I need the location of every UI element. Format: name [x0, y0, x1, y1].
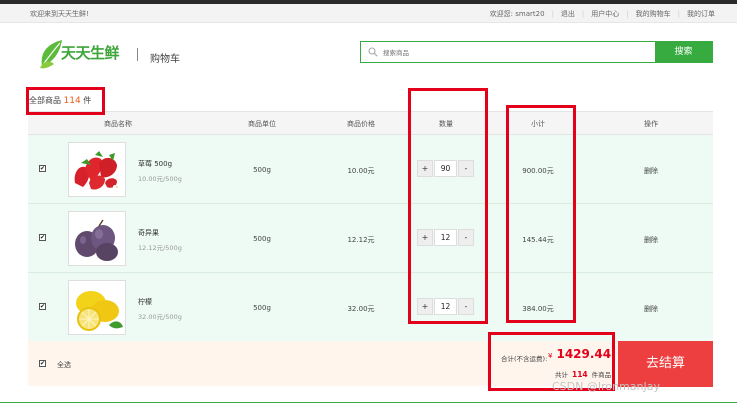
row-checkbox[interactable]: ✔ [39, 303, 46, 310]
col-header-unit: 商品单位 [248, 120, 276, 128]
page-title: 购物车 [150, 54, 180, 65]
top-separator: | [581, 10, 585, 18]
cart-row: ✔ 奇异果 12.12元/500g 500g 12.12元 + 12 - 145… [28, 204, 713, 273]
highlight-box-subtotal [506, 105, 576, 323]
search-input[interactable] [381, 45, 635, 61]
product-unit-price: 12.12元/500g [138, 244, 182, 252]
col-header-name: 商品名称 [104, 120, 132, 128]
col-header-price: 商品价格 [347, 120, 375, 128]
user-greeting: 欢迎您: smart20 [489, 10, 545, 18]
logout-link[interactable]: 退出 [561, 9, 575, 19]
top-separator: | [551, 10, 554, 18]
my-cart-link[interactable]: 我的购物车 [636, 9, 671, 19]
top-separator: | [626, 10, 629, 18]
product-image-strawberry[interactable] [68, 142, 126, 197]
highlight-box-quantity [408, 88, 488, 324]
product-unit-price: 32.00元/500g [138, 313, 182, 321]
logo-text: 天天生鲜 [61, 44, 120, 62]
search-bar: 搜索 [360, 41, 713, 63]
top-bar: 欢迎来到天天生鲜! 欢迎您: smart20 | 退出 | 用户中心 | 我的购… [0, 4, 737, 23]
highlight-box-total [26, 87, 105, 115]
row-checkbox[interactable]: ✔ [39, 165, 46, 172]
product-name[interactable]: 柠檬 [138, 297, 152, 307]
row-checkbox[interactable]: ✔ [39, 234, 46, 241]
top-links: 欢迎您: smart20 | 退出 | 用户中心 | 我的购物车 | 我的订单 [490, 9, 715, 19]
delete-link[interactable]: 删除 [644, 166, 658, 176]
welcome-text: 欢迎来到天天生鲜! [30, 10, 89, 18]
header-divider [137, 48, 138, 61]
select-all-checkbox[interactable]: ✔ [39, 360, 46, 367]
product-name[interactable]: 草莓 500g [138, 159, 172, 169]
user-center-link[interactable]: 用户中心 [591, 9, 619, 19]
product-price: 32.00元 [347, 305, 375, 313]
product-price: 12.12元 [347, 236, 375, 244]
bottom-green-line [0, 402, 737, 403]
delete-link[interactable]: 删除 [644, 235, 658, 245]
product-name[interactable]: 奇异果 [138, 228, 159, 238]
product-unit: 500g [253, 304, 271, 312]
product-price: 10.00元 [347, 167, 375, 175]
top-separator: | [677, 10, 680, 18]
product-unit-price: 10.00元/500g [138, 175, 182, 183]
product-image-lemon[interactable] [68, 280, 126, 335]
cart-table-header: 商品名称 商品单位 商品价格 数量 小计 操作 [28, 111, 713, 135]
product-image-plum[interactable] [68, 211, 126, 266]
product-unit: 500g [253, 235, 271, 243]
cart-row: ✔ 草莓 500g 10.00元/500g 500g 10.00元 + 90 -… [28, 135, 713, 204]
select-all-label[interactable]: 全选 [57, 360, 71, 370]
product-unit: 500g [253, 166, 271, 174]
my-orders-link[interactable]: 我的订单 [687, 9, 715, 19]
site-logo[interactable]: 天天生鲜 [38, 38, 128, 70]
search-button[interactable]: 搜索 [655, 42, 712, 62]
col-header-action: 操作 [644, 120, 658, 128]
search-icon [368, 47, 378, 57]
delete-link[interactable]: 删除 [644, 304, 658, 314]
watermark: CSDN @IronmanJay [552, 380, 661, 393]
